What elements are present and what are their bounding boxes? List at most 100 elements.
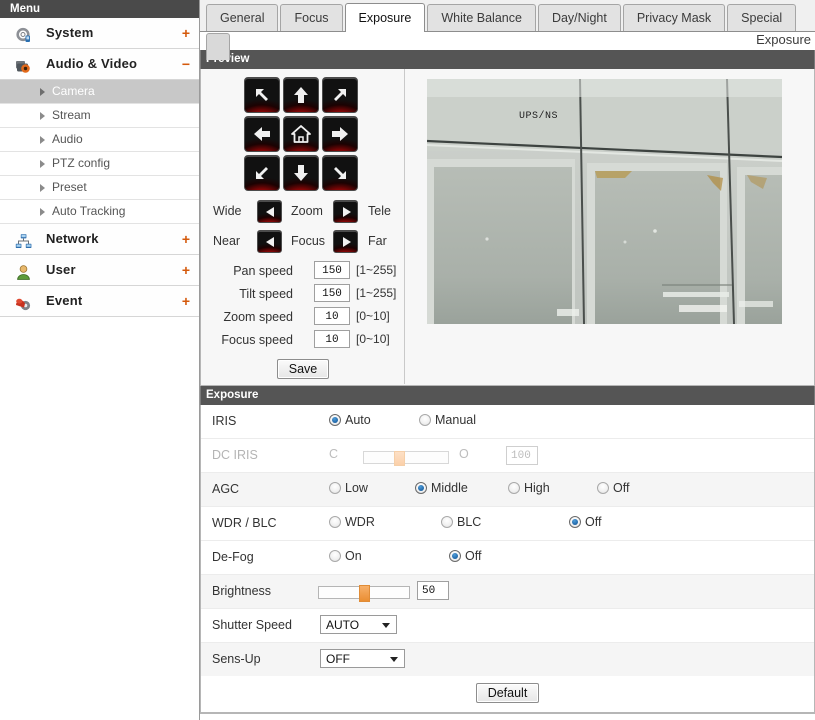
tab-special[interactable]: Special — [727, 4, 797, 31]
tilt-speed-row: Tilt speed 150 [1~255] — [201, 284, 405, 308]
radio-iris-auto[interactable] — [329, 414, 341, 426]
sidebar-item-audio[interactable]: Audio — [0, 128, 199, 152]
radio-blc[interactable] — [441, 516, 453, 528]
arrow-up-right-icon — [334, 89, 346, 101]
tab-general[interactable]: General — [206, 4, 279, 31]
brightness-slider[interactable] — [318, 585, 410, 602]
wdr-blc-label: WDR / BLC — [212, 516, 277, 530]
ptz-down-button[interactable] — [283, 155, 319, 191]
radio-wdr-blc-off[interactable] — [569, 516, 581, 528]
radio-wdr[interactable] — [329, 516, 341, 528]
ptz-up-right-button[interactable] — [322, 77, 358, 113]
tab-white-balance[interactable]: White Balance — [427, 4, 536, 31]
brightness-slider-thumb[interactable] — [359, 585, 370, 602]
radio-defog-off[interactable] — [449, 550, 461, 562]
dc-iris-slider-thumb[interactable] — [394, 451, 405, 466]
shutter-speed-label: Shutter Speed — [212, 618, 292, 632]
sidebar-toggle-system[interactable]: + — [182, 18, 190, 48]
sidebar-toggle-user[interactable]: + — [182, 255, 190, 285]
arrow-up-icon — [294, 87, 308, 103]
radio-agc-middle[interactable] — [415, 482, 427, 494]
wdr-blc-option-wdr[interactable]: WDR — [329, 515, 375, 529]
zoom-wide-label: Wide — [213, 204, 242, 218]
iris-option-manual[interactable]: Manual — [419, 413, 476, 427]
focus-speed-input[interactable]: 10 — [314, 330, 350, 348]
sidebar-item-user[interactable]: User + — [0, 255, 199, 286]
sidebar-toggle-event[interactable]: + — [182, 286, 190, 316]
sidebar-label-audio-video: Audio & Video — [46, 56, 138, 71]
defog-option-off[interactable]: Off — [449, 549, 481, 563]
agc-option-off[interactable]: Off — [597, 481, 629, 495]
tab-focus[interactable]: Focus — [280, 4, 343, 31]
tab-day-night[interactable]: Day/Night — [537, 4, 621, 31]
iris-row: IRIS Auto Manual — [201, 405, 814, 439]
agc-row: AGC Low Middle High Off — [201, 473, 814, 507]
sidebar-item-stream[interactable]: Stream — [0, 104, 199, 128]
zoom-tele-label: Tele — [368, 204, 391, 218]
sidebar-label-auto-tracking: Auto Tracking — [52, 204, 126, 218]
default-button[interactable]: Default — [475, 683, 540, 703]
dc-iris-min-label: C — [329, 447, 339, 461]
agc-option-low[interactable]: Low — [329, 481, 368, 495]
radio-agc-low[interactable] — [329, 482, 341, 494]
radio-agc-off[interactable] — [597, 482, 609, 494]
sidebar-item-system[interactable]: System + — [0, 18, 199, 49]
sidebar-toggle-network[interactable]: + — [182, 224, 190, 254]
sens-up-select[interactable]: OFF — [320, 649, 405, 668]
video-stream[interactable]: UPS/NS — [427, 79, 782, 324]
wdr-blc-row: WDR / BLC WDR BLC Off — [201, 507, 814, 541]
sidebar-item-camera[interactable]: Camera — [0, 80, 199, 104]
ptz-focus-row: Near Focus Far — [209, 229, 399, 256]
dc-iris-slider[interactable] — [363, 451, 449, 466]
zoom-tele-button[interactable] — [333, 200, 358, 223]
iris-option-auto[interactable]: Auto — [329, 413, 371, 427]
sidebar-item-ptz-config[interactable]: PTZ config — [0, 152, 199, 176]
sidebar-item-auto-tracking[interactable]: Auto Tracking — [0, 200, 199, 224]
pan-speed-input[interactable]: 150 — [314, 261, 350, 279]
radio-iris-manual[interactable] — [419, 414, 431, 426]
ptz-home-button[interactable] — [283, 116, 319, 152]
radio-defog-on[interactable] — [329, 550, 341, 562]
sidebar-item-audio-video[interactable]: Audio & Video − — [0, 49, 199, 80]
chevron-right-icon — [40, 160, 45, 168]
ptz-right-button[interactable] — [322, 116, 358, 152]
wdr-blc-option-off[interactable]: Off — [569, 515, 601, 529]
ptz-down-right-button[interactable] — [322, 155, 358, 191]
zoom-wide-button[interactable] — [257, 200, 282, 223]
iris-manual-label: Manual — [435, 413, 476, 427]
app-root: Menu System + Audio & Video − Camera Str… — [0, 0, 815, 720]
ptz-down-left-button[interactable] — [244, 155, 280, 191]
tilt-speed-input[interactable]: 150 — [314, 284, 350, 302]
sidebar-item-network[interactable]: Network + — [0, 224, 199, 255]
tab-privacy-mask[interactable]: Privacy Mask — [622, 4, 726, 31]
pan-speed-row: Pan speed 150 [1~255] — [201, 261, 405, 285]
zoom-speed-input[interactable]: 10 — [314, 307, 350, 325]
ptz-save-button[interactable]: Save — [276, 359, 330, 379]
defog-option-on[interactable]: On — [329, 549, 362, 563]
sidebar-item-event[interactable]: Event + — [0, 286, 199, 317]
ptz-left-button[interactable] — [244, 116, 280, 152]
sidebar-item-preset[interactable]: Preset — [0, 176, 199, 200]
agc-option-middle[interactable]: Middle — [415, 481, 468, 495]
radio-agc-high[interactable] — [508, 482, 520, 494]
ptz-up-left-button[interactable] — [244, 77, 280, 113]
shutter-speed-select[interactable]: AUTO — [320, 615, 397, 634]
brightness-value-input[interactable]: 50 — [417, 581, 449, 600]
focus-far-button[interactable] — [333, 230, 358, 253]
brightness-label: Brightness — [212, 584, 272, 598]
dc-iris-value-input[interactable]: 100 — [506, 446, 538, 465]
focus-center-label: Focus — [291, 234, 326, 248]
sidebar-label-event: Event — [46, 293, 83, 308]
triangle-left-icon — [266, 237, 274, 247]
focus-near-button[interactable] — [257, 230, 282, 253]
sidebar-toggle-audio-video[interactable]: − — [182, 49, 190, 79]
wdr-blc-option-blc[interactable]: BLC — [441, 515, 481, 529]
zoom-center-label: Zoom — [291, 204, 323, 218]
video-osd-text: UPS/NS — [519, 111, 559, 122]
agc-off-label: Off — [613, 481, 630, 495]
sidebar-label-preset: Preset — [52, 180, 87, 194]
agc-option-high[interactable]: High — [508, 481, 550, 495]
ptz-up-button[interactable] — [283, 77, 319, 113]
tab-exposure[interactable]: Exposure — [344, 3, 426, 32]
exposure-footer: Default — [201, 676, 814, 712]
